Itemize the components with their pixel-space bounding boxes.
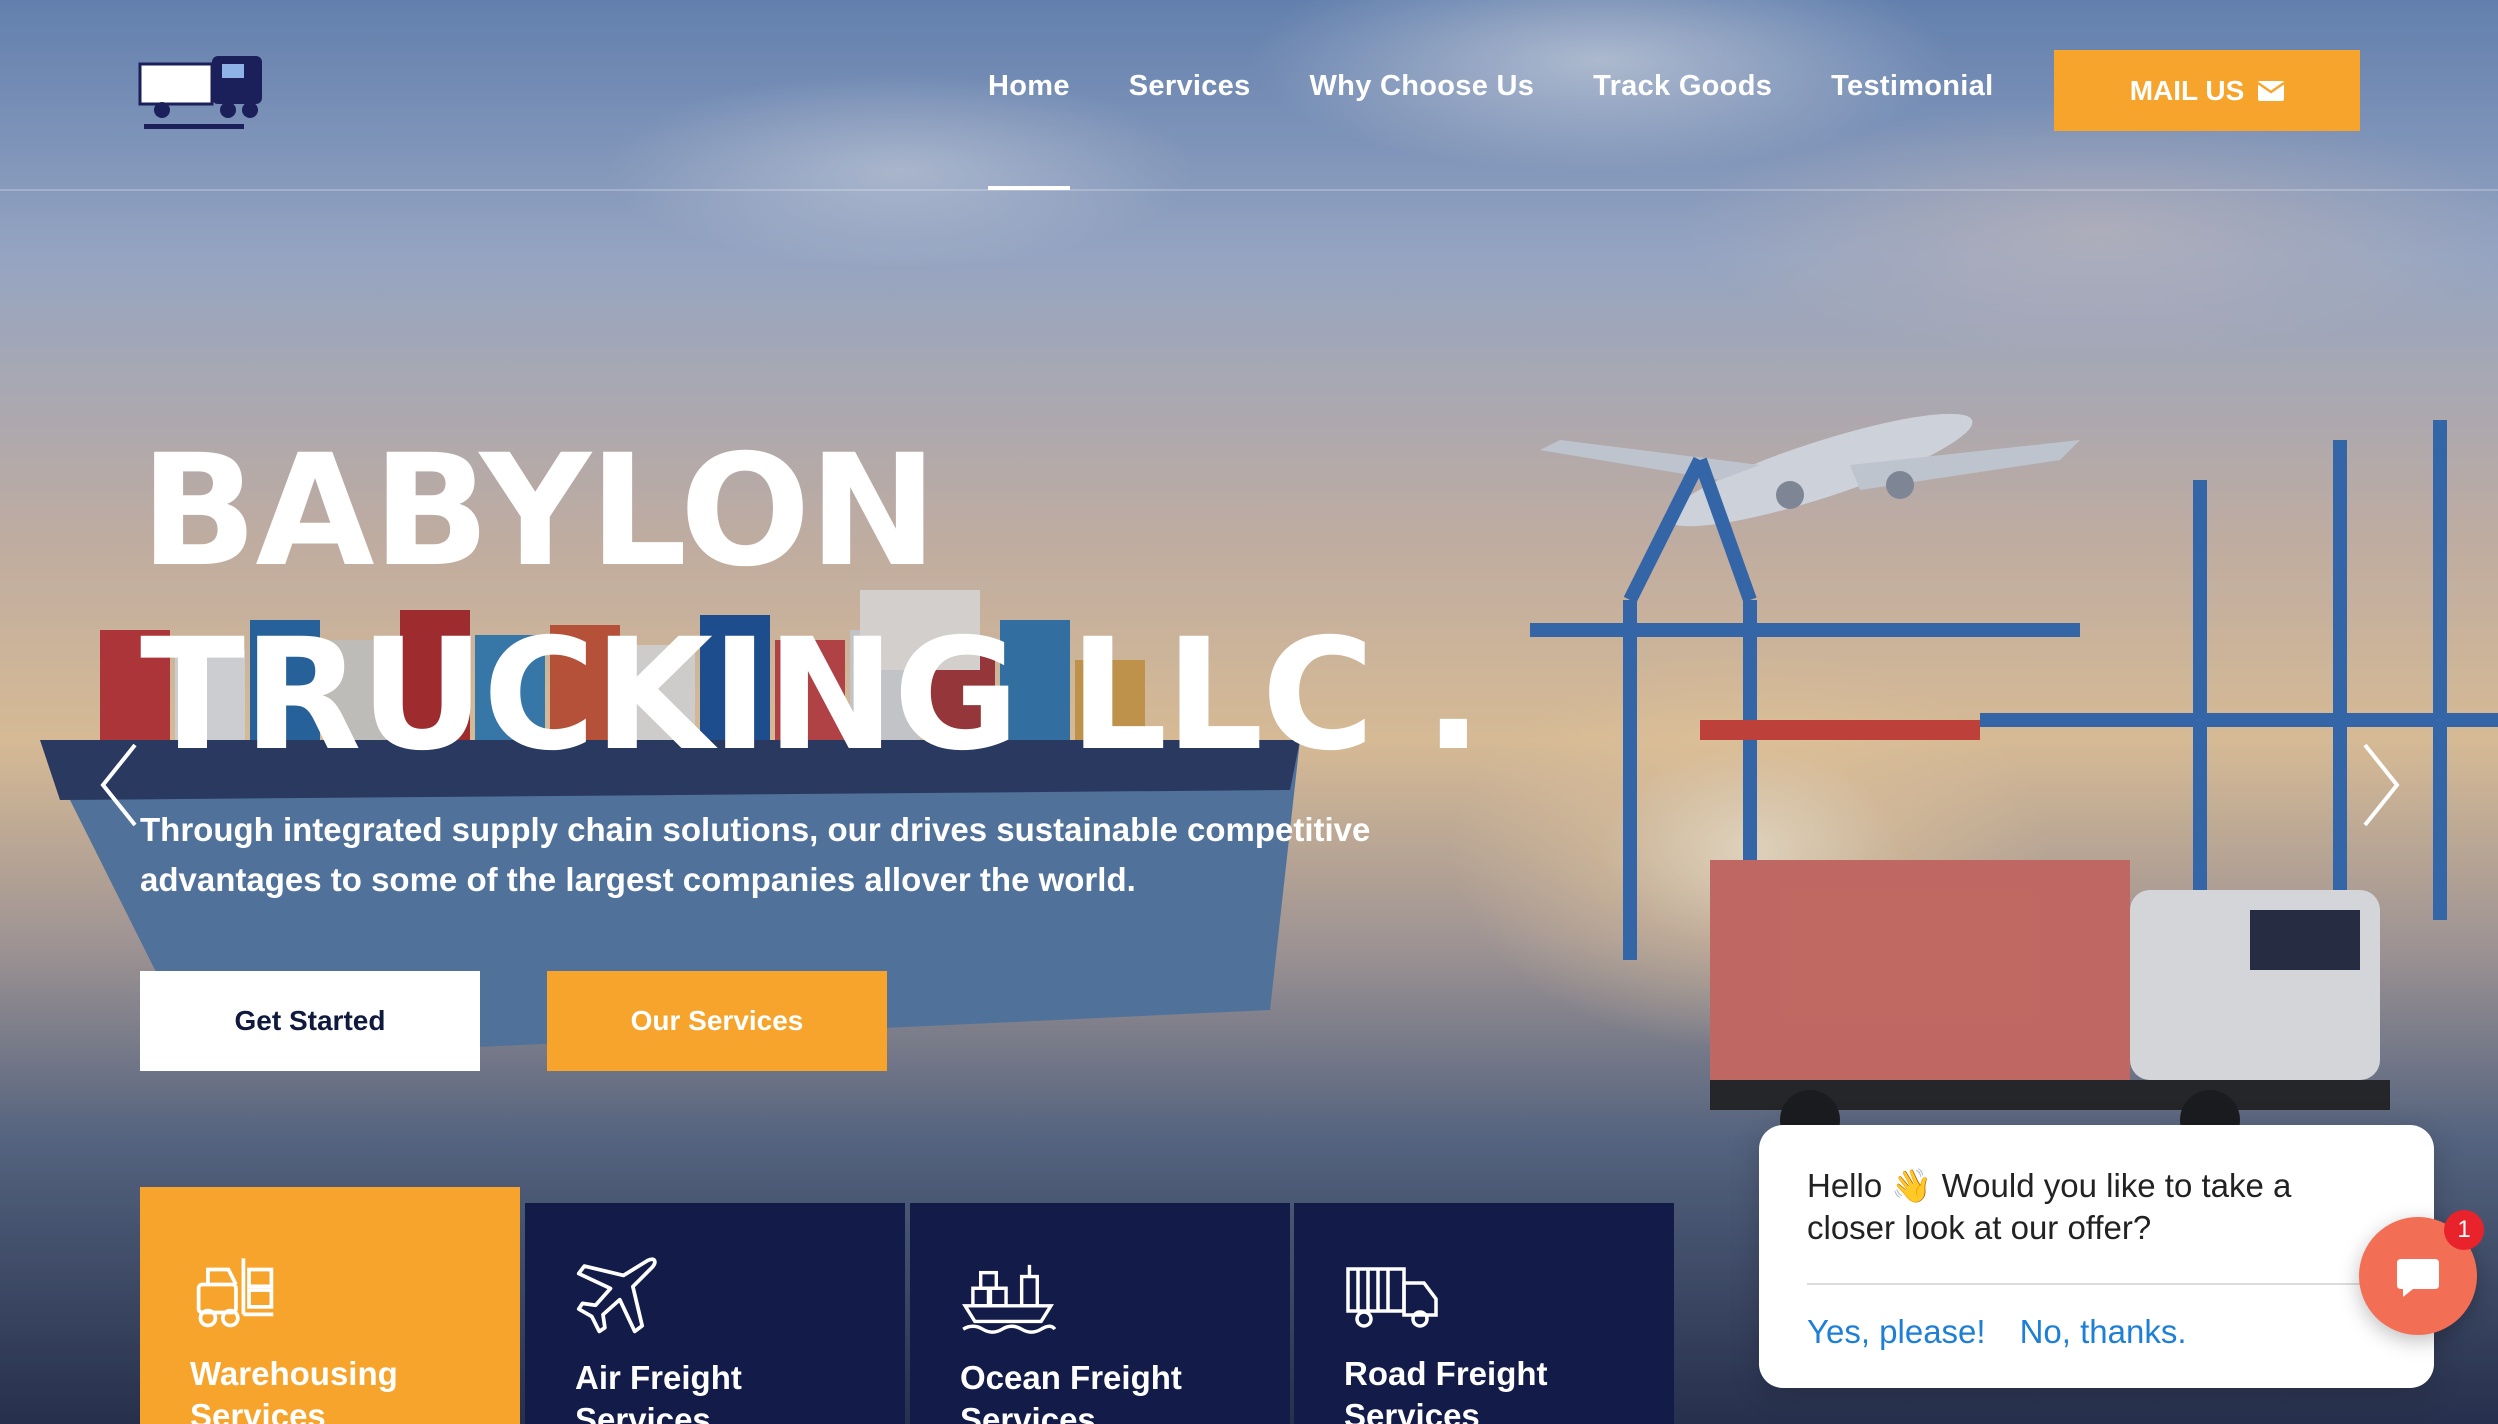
hero-title: BABYLON TRUCKING LLC . <box>140 420 1483 788</box>
nav-why-choose-us[interactable]: Why Choose Us <box>1310 70 1535 188</box>
envelope-icon <box>2258 80 2285 101</box>
mail-us-button[interactable]: MAIL US <box>2054 50 2360 131</box>
service-card-warehousing[interactable]: Warehousing Services <box>140 1187 520 1424</box>
nav-testimonial[interactable]: Testimonial <box>1831 70 1993 188</box>
service-label-ocean-freight: Ocean Freight Services <box>960 1359 1182 1424</box>
slider-prev-arrow-icon[interactable] <box>95 740 145 830</box>
service-card-air-freight[interactable]: Air Freight Services <box>525 1203 905 1424</box>
mail-us-label: MAIL US <box>2129 74 2245 106</box>
truck-icon <box>1346 1267 1438 1328</box>
service-label-air-freight: Air Freight Services <box>575 1359 742 1424</box>
chat-icon <box>2397 1259 2439 1297</box>
truck-logo-icon[interactable] <box>138 52 268 137</box>
airplane-icon <box>576 1257 657 1334</box>
site-header: Home Services Why Choose Us Track Goods … <box>0 0 2498 191</box>
main-nav: Home Services Why Choose Us Track Goods … <box>988 70 2052 190</box>
chat-message: Hello 👋 Would you like to take a closer … <box>1807 1167 2292 1246</box>
chat-no-link[interactable]: No, thanks. <box>2020 1313 2187 1351</box>
service-card-road-freight[interactable]: Road Freight Services <box>1294 1203 1674 1424</box>
chat-actions: Yes, please! No, thanks. <box>1807 1313 2386 1351</box>
service-label-warehousing: Warehousing Services <box>190 1355 398 1424</box>
chat-popup: Hello 👋 Would you like to take a closer … <box>1759 1125 2434 1388</box>
chat-yes-link[interactable]: Yes, please! <box>1807 1313 1986 1351</box>
hero-title-line1: BABYLON <box>140 422 937 601</box>
cargo-ship-icon <box>962 1264 1056 1334</box>
chat-divider <box>1807 1283 2386 1285</box>
nav-home[interactable]: Home <box>988 70 1070 190</box>
service-card-ocean-freight[interactable]: Ocean Freight Services <box>910 1203 1290 1424</box>
chat-notification-badge: 1 <box>2444 1210 2484 1250</box>
forklift-icon <box>196 1258 274 1328</box>
hero-title-line2: TRUCKING LLC . <box>140 606 1483 785</box>
service-label-road-freight: Road Freight Services <box>1344 1355 1548 1424</box>
get-started-button[interactable]: Get Started <box>140 971 480 1071</box>
nav-track-goods[interactable]: Track Goods <box>1593 70 1772 188</box>
hero-subtitle: Through integrated supply chain solution… <box>140 811 1371 898</box>
slider-next-arrow-icon[interactable] <box>2355 740 2405 830</box>
nav-services[interactable]: Services <box>1129 70 1251 188</box>
our-services-button[interactable]: Our Services <box>547 971 887 1071</box>
